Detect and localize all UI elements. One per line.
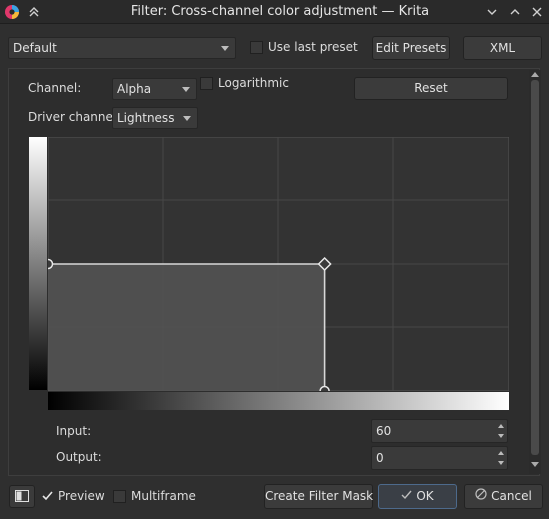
krita-logo-icon: [4, 4, 20, 20]
scroll-down-arrow[interactable]: [531, 462, 539, 467]
reset-button[interactable]: Reset: [354, 77, 508, 100]
reset-label: Reset: [414, 81, 448, 95]
driver-channel-combo[interactable]: Lightness: [112, 107, 198, 129]
edit-presets-button[interactable]: Edit Presets: [372, 36, 450, 60]
output-value: 0: [376, 451, 384, 465]
preset-value: Default: [13, 41, 57, 55]
minimize-button[interactable]: [484, 4, 500, 20]
create-filter-mask-button[interactable]: Create Filter Mask: [264, 484, 373, 509]
ok-label: OK: [416, 489, 434, 503]
ok-button[interactable]: OK: [378, 484, 457, 509]
input-value: 60: [376, 424, 392, 438]
create-filter-mask-label: Create Filter Mask: [265, 489, 374, 503]
maximize-button[interactable]: [507, 4, 523, 20]
horizontal-gradient-bar: [48, 392, 509, 410]
chevron-down-icon: [182, 87, 190, 92]
channel-label: Channel:: [28, 81, 82, 95]
scroll-up-arrow[interactable]: [531, 72, 539, 77]
curve-fill-area: [48, 264, 325, 391]
output-label: Output:: [56, 450, 102, 464]
multiframe-label: Multiframe: [131, 489, 196, 503]
preview-rect-icon: [15, 490, 29, 502]
scrollbar-thumb[interactable]: [531, 80, 539, 455]
driver-channel-value: Lightness: [117, 111, 175, 125]
xml-button[interactable]: XML: [463, 36, 542, 60]
logarithmic-label: Logarithmic: [218, 76, 289, 90]
preset-combo[interactable]: Default: [8, 37, 236, 59]
curve-point[interactable]: [319, 385, 330, 392]
preview-toggle-button[interactable]: [9, 485, 35, 508]
output-spinbox[interactable]: 0: [371, 446, 508, 470]
cancel-circle-icon: [475, 485, 487, 508]
multiframe-checkbox[interactable]: [113, 490, 126, 503]
logarithmic-checkbox[interactable]: [200, 77, 213, 90]
curve-point[interactable]: [48, 258, 54, 270]
xml-label: XML: [489, 41, 516, 55]
spin-down-icon[interactable]: [498, 461, 504, 465]
input-label: Input:: [56, 424, 92, 438]
window-title: Filter: Cross-channel color adjustment —…: [130, 4, 430, 19]
check-icon[interactable]: [41, 489, 54, 502]
cancel-button[interactable]: Cancel: [464, 484, 543, 509]
cancel-label: Cancel: [491, 489, 532, 503]
channel-value: Alpha: [117, 82, 152, 96]
chevron-down-icon: [183, 116, 191, 121]
chevrons-up-icon[interactable]: [26, 4, 42, 20]
edit-presets-label: Edit Presets: [375, 41, 447, 55]
use-last-preset-checkbox[interactable]: [250, 41, 263, 54]
close-button[interactable]: [529, 4, 545, 20]
spin-down-icon[interactable]: [498, 434, 504, 438]
channel-combo[interactable]: Alpha: [112, 78, 197, 100]
curve-editor[interactable]: [48, 137, 509, 391]
spin-up-icon[interactable]: [498, 424, 504, 428]
vertical-gradient-bar: [29, 137, 47, 390]
input-spinbox[interactable]: 60: [371, 419, 508, 443]
driver-channel-label: Driver channel: [28, 110, 117, 124]
chevron-down-icon: [221, 46, 229, 51]
vertical-scrollbar[interactable]: [529, 70, 541, 474]
use-last-preset-label: Use last preset: [268, 40, 358, 54]
check-icon: [401, 485, 412, 508]
preview-label: Preview: [58, 489, 105, 503]
spin-up-icon[interactable]: [498, 451, 504, 455]
